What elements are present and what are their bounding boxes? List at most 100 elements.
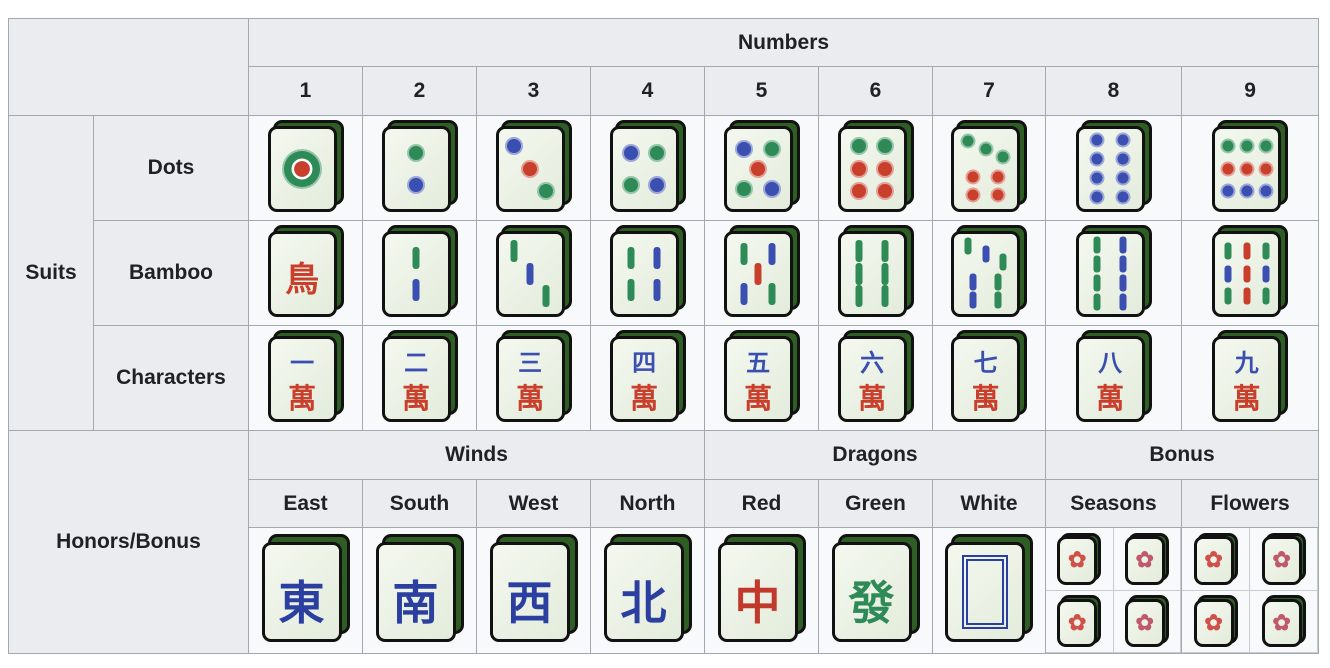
corner-cell	[8, 18, 249, 116]
dot-mark	[282, 148, 323, 189]
dot-mark	[622, 143, 641, 162]
bamboo-stick	[740, 282, 748, 305]
wan-glyph: 萬	[630, 381, 659, 415]
tile-face	[951, 125, 1021, 212]
numbers-header: Numbers	[247, 18, 1320, 67]
tile-cell	[1045, 115, 1182, 221]
number-header-9: 9	[1180, 66, 1320, 116]
mahjong-tiles-table: Numbers 123456789 Suits Dots Bamboo 鳥 Charac…	[8, 18, 1320, 654]
characters-1-tile: 一萬	[267, 329, 344, 422]
dot-mark	[990, 187, 1006, 203]
bonus-tile-cell: ✿	[1046, 590, 1114, 653]
tile-face	[1075, 230, 1145, 317]
tile-face: ✿	[1261, 598, 1302, 648]
tile-face: 八萬	[1075, 335, 1145, 422]
bamboo-stick	[542, 284, 550, 307]
flowers-tile-3: ✿	[1193, 595, 1238, 648]
dots-1-tile	[267, 119, 344, 212]
bamboo-stick	[510, 240, 518, 263]
number-header-2: 2	[362, 66, 477, 116]
dot-mark	[521, 159, 540, 178]
tile-cell	[932, 115, 1046, 221]
bamboo-stick	[982, 245, 990, 263]
dot-mark	[1220, 138, 1236, 154]
suit-label-bamboo: Bamboo	[93, 220, 249, 326]
west-tile: 西	[489, 534, 578, 642]
dragons-header: Dragons	[704, 430, 1046, 480]
bamboo-stick	[1119, 293, 1127, 311]
tile-cell: 五萬	[704, 325, 819, 431]
bamboo-stick	[855, 262, 863, 285]
wan-glyph: 萬	[1096, 381, 1125, 415]
bamboo-stick	[1119, 274, 1127, 292]
dot-mark	[749, 159, 768, 178]
dot-mark	[1115, 151, 1131, 167]
numeral-glyph: 七	[973, 347, 998, 377]
tile-face: ✿	[1193, 598, 1234, 648]
bamboo-stick	[1243, 242, 1251, 260]
bamboo-stick	[1119, 236, 1127, 254]
dots-4-tile	[609, 119, 686, 212]
tile-face	[495, 230, 565, 317]
tile-face	[381, 230, 451, 317]
tile-cell	[362, 115, 477, 221]
characters-7-tile: 七萬	[951, 329, 1027, 422]
flowers-tile-4: ✿	[1261, 595, 1306, 648]
bamboo-stick	[855, 284, 863, 307]
tile-cell: 二萬	[362, 325, 477, 431]
dot-mark	[875, 137, 894, 156]
dot-mark	[647, 143, 666, 162]
tile-face	[723, 230, 793, 317]
dot-mark	[1089, 151, 1105, 167]
number-header-4: 4	[590, 66, 705, 116]
dot-mark	[1239, 138, 1255, 154]
numeral-glyph: 一	[290, 347, 315, 377]
tile-cell: 六萬	[818, 325, 933, 431]
bonus-tile-cell: ✿	[1113, 528, 1181, 591]
tile-cell	[476, 115, 591, 221]
bamboo-stick	[969, 273, 977, 291]
dot-mark	[407, 175, 426, 194]
flower-icon: ✿	[1068, 547, 1087, 574]
dots-9-tile	[1212, 119, 1289, 212]
tile-face: ✿	[1193, 536, 1234, 585]
numeral-glyph: 五	[746, 347, 771, 377]
number-header-1: 1	[248, 66, 363, 116]
bamboo-stick	[768, 282, 776, 305]
honor-glyph: 西	[506, 575, 553, 630]
flower-icon: ✿	[1068, 609, 1087, 636]
tile-face: 鳥	[267, 230, 337, 317]
bamboo-stick	[964, 237, 972, 255]
flower-icon: ✿	[1135, 547, 1154, 574]
bamboo-stick	[1262, 265, 1270, 283]
tile-cell	[704, 220, 819, 326]
dot-mark	[1258, 138, 1274, 154]
bonus-tile-cell: ✿	[1182, 528, 1251, 591]
bamboo-stick	[412, 246, 420, 269]
dot-mark	[622, 175, 641, 194]
tile-cell	[1045, 220, 1182, 326]
bonus-tile-cell: ✿	[1250, 528, 1319, 591]
bonus-tile-grid: ✿ ✿ ✿ ✿	[1182, 528, 1319, 653]
characters-2-tile: 二萬	[381, 329, 458, 422]
tile-cell	[1180, 220, 1320, 326]
honor-glyph: 發	[848, 575, 895, 630]
tile-face: 六萬	[837, 335, 907, 422]
bamboo-stick	[627, 246, 635, 269]
white-dragon-frame-icon	[962, 554, 1009, 629]
tile-face: 西	[489, 541, 570, 642]
numeral-glyph: 三	[518, 347, 543, 377]
bonus-tile-cell: ✿	[1113, 590, 1181, 653]
dot-mark	[978, 141, 994, 157]
bamboo-stick	[412, 278, 420, 301]
dots-6-tile	[837, 119, 914, 212]
bamboo-7-tile	[951, 224, 1027, 317]
tile-face: ✿	[1124, 598, 1165, 648]
honor-label-north: North	[590, 479, 705, 528]
dot-mark	[1258, 183, 1274, 199]
suits-header: Suits	[8, 115, 94, 431]
dot-mark	[407, 143, 426, 162]
numeral-glyph: 二	[404, 347, 429, 377]
dot-mark	[505, 137, 524, 156]
red-tile: 中	[717, 534, 806, 642]
